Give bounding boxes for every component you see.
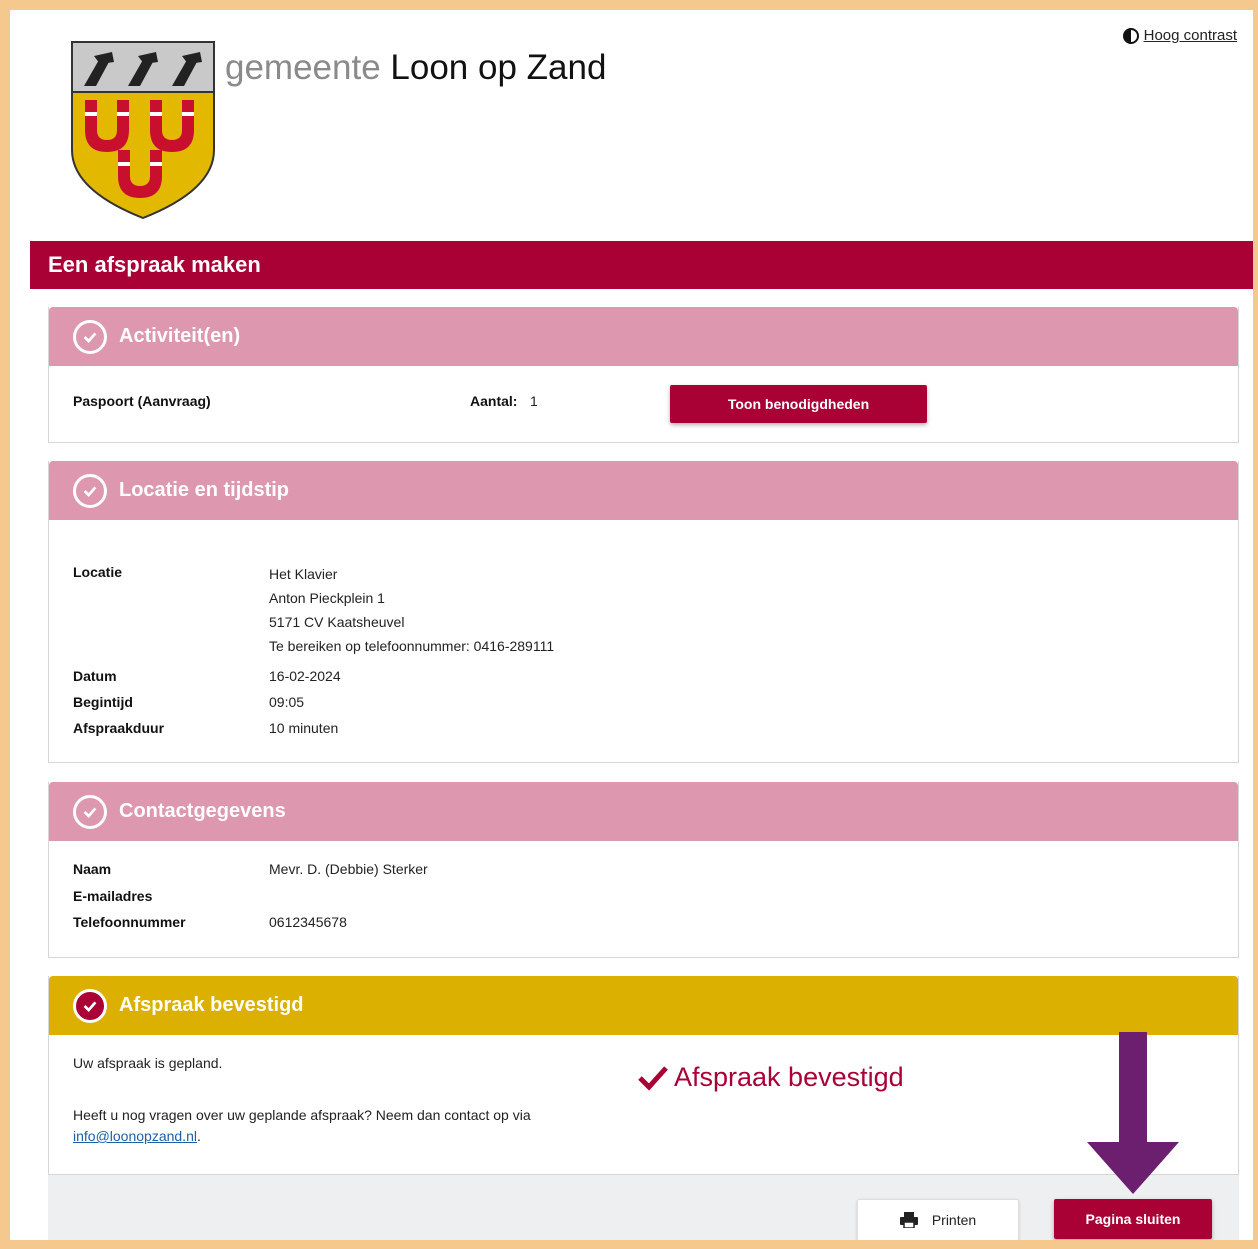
confirmation-panel-header: Afspraak bevestigd [49,976,1238,1035]
location-line: Het Klavier [269,566,338,582]
brand-name: Loon op Zand [390,48,607,87]
confirmation-message: Afspraak bevestigd [638,1062,904,1093]
location-line: Anton Pieckplein 1 [269,590,385,606]
activity-heading: Activiteit(en) [119,325,241,347]
contact-panel: Contactgegevens Naam Mevr. D. (Debbie) S… [48,782,1239,958]
location-panel: Locatie en tijdstip Locatie Het Klavier … [48,461,1239,763]
close-page-button[interactable]: Pagina sluiten [1054,1199,1212,1239]
email-label: E-mailadres [73,888,153,904]
date-value: 16-02-2024 [269,668,341,684]
start-time-value: 09:05 [269,694,305,710]
checkmark-icon [638,1065,668,1091]
contact-email-line: info@loonopzand.nl. [73,1128,201,1144]
site-brand: gemeente Loon op Zand [225,48,606,88]
start-time-label: Begintijd [73,694,133,710]
high-contrast-link[interactable]: Hoog contrast [1122,27,1237,44]
count-value: 1 [530,393,538,409]
down-arrow-icon [1087,1032,1179,1194]
name-label: Naam [73,861,112,877]
page-title: Een afspraak maken [30,241,1253,289]
location-panel-header: Locatie en tijdstip [49,461,1238,520]
high-contrast-label: Hoog contrast [1143,27,1237,44]
activity-product: Paspoort (Aanvraag) [73,393,211,409]
location-line: Te bereiken op telefoonnummer: 0416-2891… [269,638,555,654]
check-circle-icon [73,319,107,354]
confirmation-big-text: Afspraak bevestigd [674,1062,904,1092]
check-circle-icon [73,794,107,829]
brand-prefix: gemeente [225,48,381,87]
question-text: Heeft u nog vragen over uw geplande afsp… [73,1107,531,1123]
check-circle-icon [73,988,107,1023]
phone-label: Telefoonnummer [73,914,186,930]
location-heading: Locatie en tijdstip [119,479,290,501]
count-label: Aantal: [470,393,518,409]
location-label: Locatie [73,564,123,580]
page: gemeente Loon op Zand Hoog contrast Een … [10,10,1253,1240]
period: . [196,1128,201,1144]
show-requirements-button[interactable]: Toon benodigdheden [670,385,927,423]
print-button[interactable]: Printen [857,1199,1019,1240]
contrast-icon [1122,27,1139,44]
activity-panel-header: Activiteit(en) [49,307,1238,366]
duration-label: Afspraakduur [73,720,165,736]
date-label: Datum [73,668,117,684]
name-value: Mevr. D. (Debbie) Sterker [269,861,428,877]
contact-heading: Contactgegevens [119,800,286,822]
print-label: Printen [931,1212,977,1228]
planned-text: Uw afspraak is gepland. [73,1055,223,1071]
check-circle-icon [73,473,107,508]
contact-panel-header: Contactgegevens [49,782,1238,841]
printer-icon [899,1212,918,1228]
duration-value: 10 minuten [269,720,339,736]
contact-email-link[interactable]: info@loonopzand.nl [73,1128,197,1144]
location-line: 5171 CV Kaatsheuvel [269,614,405,630]
confirmation-heading: Afspraak bevestigd [119,994,304,1016]
phone-value: 0612345678 [269,914,347,930]
site-header: gemeente Loon op Zand Hoog contrast [10,10,1253,241]
municipality-crest-logo [71,41,215,220]
footer-actions: Printen Pagina sluiten [48,1174,1239,1240]
activity-panel: Activiteit(en) Paspoort (Aanvraag) Aanta… [48,307,1239,443]
